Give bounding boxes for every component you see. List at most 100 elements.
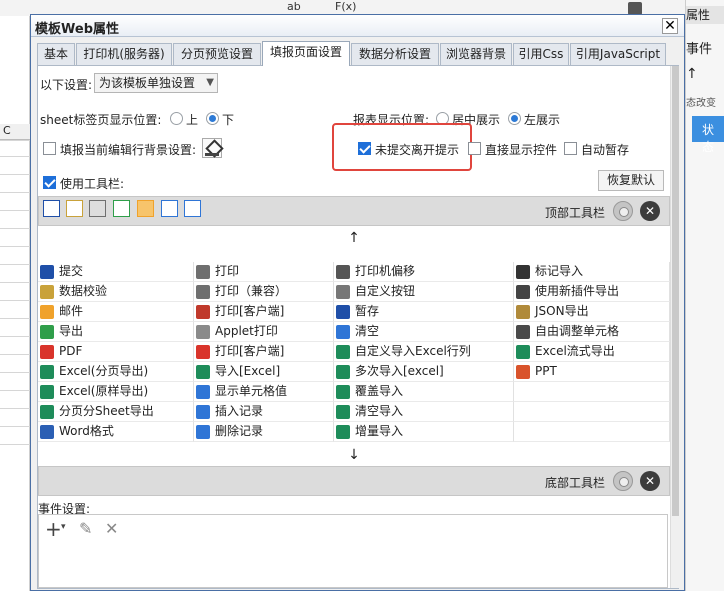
event-settings-box[interactable]: + ▾ ✎ ✕ <box>38 514 668 588</box>
chevron-down-icon: ▼ <box>206 77 214 88</box>
email-icon[interactable] <box>137 200 154 217</box>
toolbar-item[interactable]: 自定义按钮 <box>334 282 514 302</box>
verify-icon[interactable] <box>66 200 83 217</box>
toolbar-item[interactable]: 打印[客户端] <box>194 302 334 322</box>
following-settings-select[interactable]: 为该模板单独设置 ▼ <box>94 73 218 93</box>
save-icon[interactable] <box>43 200 60 217</box>
sheet-position-down-label: 下 <box>222 113 235 127</box>
toolbar-item-label: 打印（兼容） <box>215 284 288 298</box>
delete-event-icon[interactable]: ✕ <box>105 519 118 538</box>
blank-icon[interactable] <box>184 200 201 217</box>
toolbar-item[interactable]: 删除记录 <box>194 422 334 442</box>
toolbar-item-label: 导出 <box>59 324 84 338</box>
print-icon[interactable] <box>89 200 106 217</box>
restore-default-button[interactable]: 恢复默认 <box>598 170 664 191</box>
sheet-position-up-radio[interactable] <box>170 112 183 125</box>
toolbar-item[interactable]: 导出 <box>38 322 194 342</box>
top-toolbar-strip: 顶部工具栏 ✕ <box>38 196 670 226</box>
toolbar-item[interactable]: 数据校验 <box>38 282 194 302</box>
mail-icon <box>40 305 54 319</box>
tab-printer-server[interactable]: 打印机(服务器) <box>76 43 172 65</box>
toolbar-item[interactable]: 暂存 <box>334 302 514 322</box>
toolbar-item[interactable]: 打印机偏移 <box>334 262 514 282</box>
tab-javascript[interactable]: 引用JavaScript <box>570 43 666 65</box>
toolbar-item[interactable]: JSON导出 <box>514 302 670 322</box>
column-header-c[interactable]: C <box>0 124 30 140</box>
toolbar-item[interactable]: 自由调整单元格 <box>514 322 670 342</box>
toolbar-item[interactable]: 分页分Sheet导出 <box>38 402 194 422</box>
excel-icon <box>336 345 350 359</box>
remove-toolbar-icon[interactable]: ✕ <box>640 471 660 491</box>
toolbar-item[interactable]: 自定义导入Excel行列 <box>334 342 514 362</box>
toolbar-item[interactable]: 插入记录 <box>194 402 334 422</box>
toolbar-item-label: PPT <box>535 364 557 378</box>
arrow-up-icon[interactable]: ↑ <box>686 66 724 90</box>
excel-icon <box>336 425 350 439</box>
table-icon <box>516 325 530 339</box>
toolbar-item[interactable]: PPT <box>514 362 670 382</box>
toolbar-item[interactable]: Applet打印 <box>194 322 334 342</box>
fill-bg-checkbox[interactable] <box>43 142 56 155</box>
toolbar-item[interactable]: Word格式 <box>38 422 194 442</box>
toolbar-item[interactable]: PDF <box>38 342 194 362</box>
use-toolbar-checkbox[interactable] <box>43 176 56 189</box>
toolbar-item[interactable]: 标记导入 <box>514 262 670 282</box>
ppt-icon <box>516 365 530 379</box>
export-icon[interactable] <box>113 200 130 217</box>
toolbar-item[interactable]: 打印 <box>194 262 334 282</box>
move-up-arrow[interactable]: ↑ <box>38 226 670 250</box>
toolbar-item[interactable]: 多次导入[excel] <box>334 362 514 382</box>
right-property-panel: 属性 事件 ↑ 态改变 状态 <box>685 0 724 591</box>
direct-show-checkbox[interactable] <box>468 142 481 155</box>
gear-icon[interactable] <box>613 471 633 491</box>
empty-cell <box>514 422 670 442</box>
chevron-down-icon[interactable]: ▾ <box>61 522 66 532</box>
web-icon <box>516 285 530 299</box>
gear-icon[interactable] <box>613 201 633 221</box>
toolbar-item[interactable]: Excel(分页导出) <box>38 362 194 382</box>
remove-toolbar-icon[interactable]: ✕ <box>640 201 660 221</box>
tab-browser-bg[interactable]: 浏览器背景 <box>440 43 512 65</box>
pdf-icon <box>40 345 54 359</box>
tab-css[interactable]: 引用Css <box>513 43 569 65</box>
toolbar-fx[interactable]: F(x) <box>335 0 356 14</box>
unsubmitted-prompt-checkbox[interactable] <box>358 142 371 155</box>
edit-event-icon[interactable]: ✎ <box>79 519 92 538</box>
sheet-tab-position-label: sheet标签页显示位置: <box>40 113 162 127</box>
toolbar-item[interactable]: 导入[Excel] <box>194 362 334 382</box>
toolbar-item[interactable]: 覆盖导入 <box>334 382 514 402</box>
paint-bucket-icon[interactable] <box>202 138 222 158</box>
event-label[interactable]: 事件 <box>686 38 724 60</box>
applet-icon <box>196 325 210 339</box>
toolbar-item[interactable]: 打印（兼容） <box>194 282 334 302</box>
toolbar-item[interactable]: 提交 <box>38 262 194 282</box>
toolbar-item[interactable]: 邮件 <box>38 302 194 322</box>
report-left-radio[interactable] <box>508 112 521 125</box>
auto-save-checkbox[interactable] <box>564 142 577 155</box>
toolbar-item[interactable]: Excel(原样导出) <box>38 382 194 402</box>
toolbar-item[interactable]: 增量导入 <box>334 422 514 442</box>
tab-data-analysis[interactable]: 数据分析设置 <box>351 43 439 65</box>
state-button[interactable]: 状态 <box>692 116 724 154</box>
add-event-icon[interactable]: + <box>45 517 62 541</box>
toolbar-item[interactable]: 显示单元格值 <box>194 382 334 402</box>
tab-basic[interactable]: 基本 <box>37 43 75 65</box>
panel-scrollbar[interactable] <box>670 66 679 588</box>
toolbar-item-label: JSON导出 <box>535 304 589 318</box>
toolbar-item[interactable]: 清空 <box>334 322 514 342</box>
toolbar-item[interactable]: 打印[客户端] <box>194 342 334 362</box>
insert-row-icon[interactable] <box>161 200 178 217</box>
toolbar-item-label: 显示单元格值 <box>215 384 288 398</box>
close-icon[interactable]: ✕ <box>662 18 678 34</box>
move-down-arrow[interactable]: ↓ <box>38 444 670 466</box>
toolbar-ab[interactable]: ab <box>287 0 301 14</box>
sheet-position-down-radio[interactable] <box>206 112 219 125</box>
scroll-thumb[interactable] <box>672 66 679 516</box>
tab-fill-page[interactable]: 填报页面设置 <box>262 41 350 66</box>
dialog-titlebar[interactable]: 模板Web属性 ✕ <box>31 15 684 37</box>
toolbar-item[interactable]: Excel流式导出 <box>514 342 670 362</box>
toolbar-item[interactable]: 清空导入 <box>334 402 514 422</box>
toolbar-item-label: 使用新插件导出 <box>535 284 620 298</box>
tab-page-preview[interactable]: 分页预览设置 <box>173 43 261 65</box>
toolbar-item[interactable]: 使用新插件导出 <box>514 282 670 302</box>
